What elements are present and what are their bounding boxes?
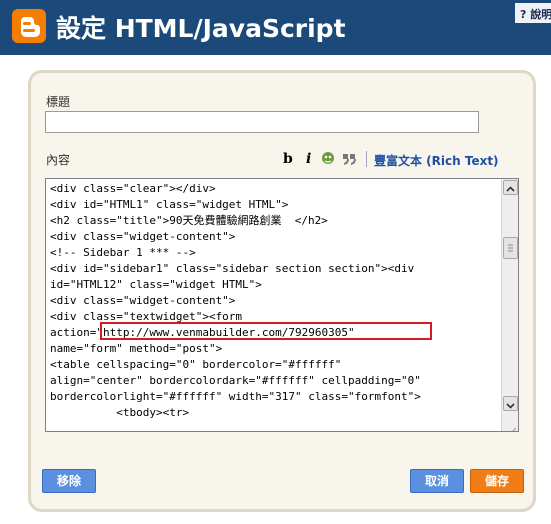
resize-grip-icon[interactable]: [507, 420, 517, 431]
code-line: bordercolorlight="#ffffff" width="317" c…: [50, 390, 421, 403]
code-line: <tbody><tr>: [50, 406, 190, 419]
page-title: 設定 HTML/JavaScript: [56, 14, 346, 43]
title-label: 標題: [46, 95, 71, 109]
code-line: align="center" bordercolordark="#ffffff"…: [50, 374, 421, 387]
code-line: id="HTML12" class="widget HTML">: [50, 278, 262, 291]
scroll-thumb[interactable]: [503, 237, 518, 259]
editor-scrollbar[interactable]: [501, 179, 518, 431]
code-content[interactable]: <div class="clear"></div> <div id="HTML1"…: [50, 181, 498, 421]
save-button[interactable]: 儲存: [470, 469, 524, 493]
italic-button[interactable]: i: [306, 151, 311, 167]
code-line: <div class="textwidget"><form: [50, 310, 243, 323]
code-line: <div id="sidebar1" class="sidebar sectio…: [50, 262, 415, 275]
scroll-down-button[interactable]: [503, 396, 518, 411]
code-line: action="http://www.venmabuilder.com/7929…: [50, 326, 355, 339]
remove-button[interactable]: 移除: [42, 469, 96, 493]
code-line: <h2 class="title">90天免費體驗網路創業 </h2>: [50, 214, 328, 227]
bold-button[interactable]: b: [283, 151, 293, 167]
title-input[interactable]: [45, 111, 479, 133]
code-line: <table cellspacing="0" bordercolor="#fff…: [50, 358, 342, 371]
html-code-editor[interactable]: <div class="clear"></div> <div id="HTML1"…: [45, 178, 519, 432]
app-header: 設定 HTML/JavaScript ? 說明: [0, 0, 551, 55]
content-label: 內容: [46, 153, 71, 167]
code-line: <div class="clear"></div>: [50, 182, 216, 195]
code-line: <div class="widget-content">: [50, 230, 236, 243]
code-line: <!-- Sidebar 1 *** -->: [50, 246, 196, 259]
scroll-up-button[interactable]: [503, 180, 518, 195]
code-line: name="form" method="post">: [50, 342, 223, 355]
blogger-logo-icon: [12, 9, 46, 43]
spellcheck-icon[interactable]: [320, 150, 336, 170]
blockquote-icon[interactable]: [342, 152, 356, 170]
help-link[interactable]: ? 說明: [515, 3, 551, 23]
code-line: <div class="widget-content">: [50, 294, 236, 307]
toolbar-divider: [366, 151, 367, 167]
code-line: <div id="HTML1" class="widget HTML">: [50, 198, 289, 211]
cancel-button[interactable]: 取消: [410, 469, 464, 493]
widget-settings-panel: 標題 內容 b i 豐富文本 (Rich Text) <div class="c…: [28, 70, 536, 512]
rich-text-link[interactable]: 豐富文本 (Rich Text): [374, 152, 499, 169]
